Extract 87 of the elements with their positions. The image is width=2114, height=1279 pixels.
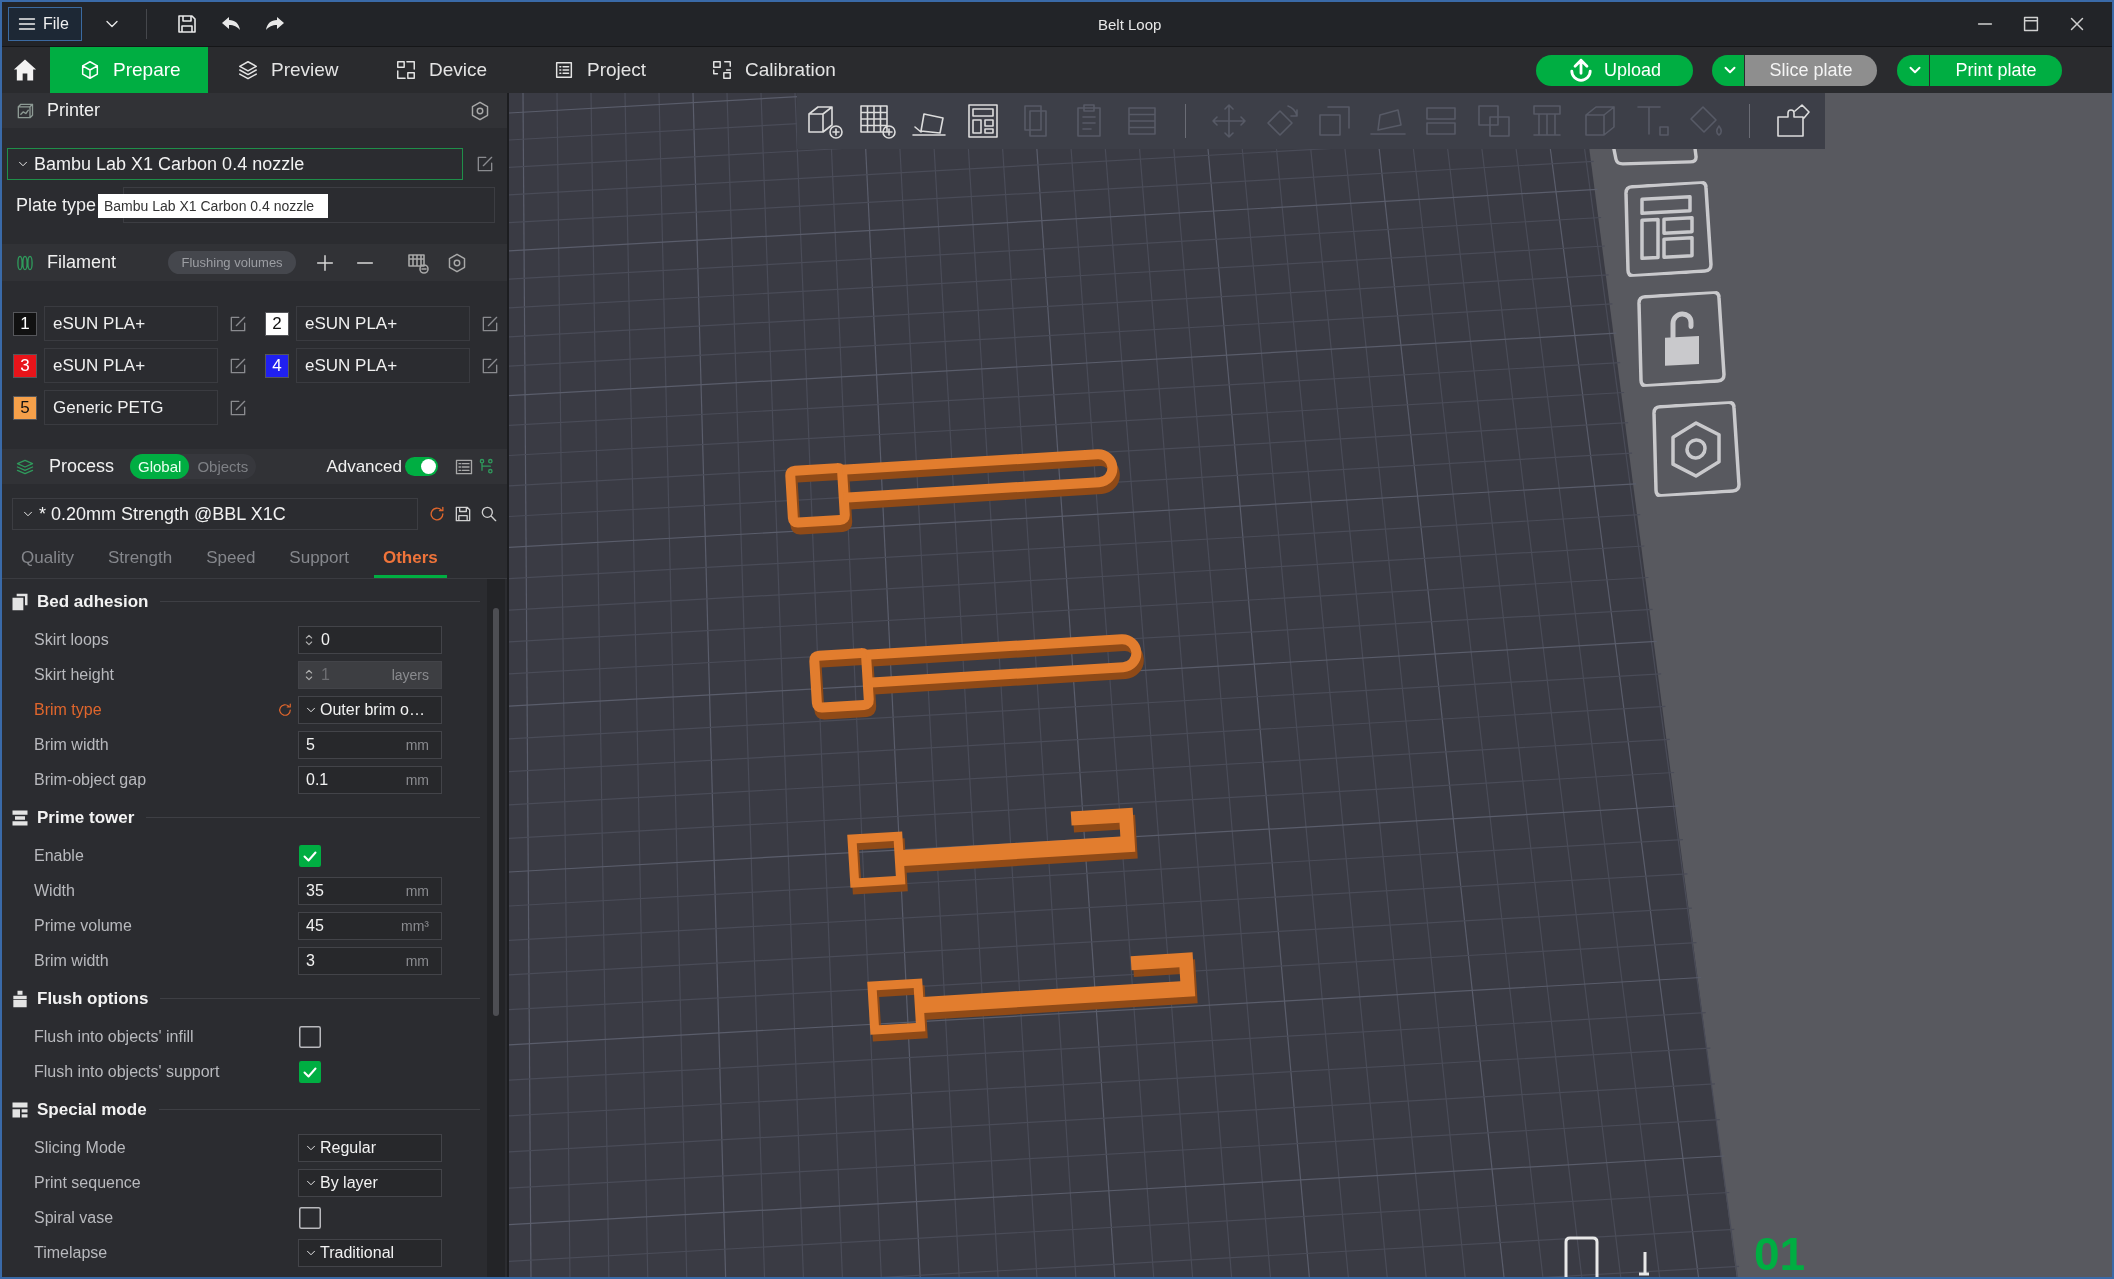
setting-label: Skirt loops	[34, 630, 110, 649]
upload-icon	[1567, 57, 1594, 83]
plate-number: 01	[1754, 1231, 1806, 1277]
settings-tab[interactable]: Quality	[12, 541, 83, 578]
dropdown[interactable]: Outer brim o…	[298, 695, 442, 724]
save-icon[interactable]	[453, 504, 473, 524]
advanced-switch[interactable]	[405, 457, 438, 476]
section-title: Printer	[47, 100, 100, 121]
setting-label: Prime volume	[34, 916, 133, 935]
layers-icon	[237, 59, 259, 81]
filament-slot-number: 1	[13, 311, 37, 336]
checkbox[interactable]	[299, 1060, 321, 1083]
section-title: Filament	[47, 252, 117, 273]
search-icon[interactable]	[479, 504, 499, 524]
device-icon	[395, 59, 417, 81]
calibration-icon	[711, 59, 733, 81]
belt-loop-model[interactable]	[847, 807, 1138, 895]
setting-label: Brim width	[34, 735, 110, 754]
cube-icon	[79, 59, 101, 81]
filament-slot-number: 5	[13, 395, 37, 420]
setting-label: Flush into objects' infill	[34, 1027, 195, 1046]
scrollbar[interactable]	[487, 579, 505, 1277]
settings-tab[interactable]: Support	[280, 541, 358, 578]
settings-tab[interactable]: Speed	[197, 541, 265, 578]
number-field[interactable]: 3 mm	[298, 946, 442, 975]
checkbox[interactable]	[299, 844, 321, 867]
setting-label: Enable	[34, 846, 85, 865]
setting-label: Brim width	[34, 951, 110, 970]
filament-slot-number: 3	[13, 353, 37, 378]
window-title: Belt Loop	[1098, 15, 1162, 33]
belt-loop-model[interactable]	[867, 952, 1198, 1042]
filament-dropdown[interactable]: eSUN PLA+	[44, 348, 218, 383]
nav-tab[interactable]: Project	[524, 47, 682, 93]
number-field[interactable]: 35 mm	[298, 876, 442, 905]
process-preset-dropdown[interactable]: * 0.20mm Strength @BBL X1C	[12, 498, 418, 530]
checkbox[interactable]	[299, 1025, 321, 1048]
setting-label: Brim type	[34, 700, 103, 719]
printer-dropdown[interactable]: Bambu Lab X1 Carbon 0.4 nozzle	[7, 148, 463, 180]
number-field[interactable]: 0	[298, 625, 442, 654]
setting-label: Spiral vase	[34, 1208, 115, 1227]
group-title: Special mode	[37, 1099, 147, 1120]
number-field[interactable]: 0.1 mm	[298, 765, 442, 794]
nav-tab[interactable]: Preview	[208, 47, 366, 93]
setting-label: Flush into objects' support	[34, 1062, 221, 1081]
group-title: Bed adhesion	[37, 591, 149, 612]
dropdown-button[interactable]	[1897, 54, 1929, 86]
nav-tab[interactable]: Device	[366, 47, 524, 93]
filament-slot-number: 4	[265, 353, 289, 378]
filament-dropdown[interactable]: Generic PETG	[44, 390, 218, 425]
reset-icon[interactable]	[276, 700, 294, 719]
filament-dropdown[interactable]: eSUN PLA+	[296, 348, 470, 383]
section-title: Process	[49, 456, 115, 477]
flushing-volumes-button[interactable]: Flushing volumes	[168, 251, 297, 274]
settings-tab[interactable]: Strength	[98, 541, 182, 578]
number-field[interactable]: 5 mm	[298, 730, 442, 759]
list-icon	[553, 59, 575, 81]
belt-loop-model[interactable]	[809, 634, 1144, 720]
group-title: Flush options	[37, 988, 149, 1009]
plate-button-icon[interactable]	[1612, 149, 1700, 167]
setting-label: Skirt height	[34, 665, 116, 684]
setting-label: Width	[34, 881, 76, 900]
checkbox[interactable]	[299, 1206, 321, 1229]
plate-marker-icon	[1563, 1236, 1651, 1277]
filament-dropdown[interactable]: eSUN PLA+	[44, 306, 218, 341]
setting-label: Print sequence	[34, 1173, 142, 1192]
filament-dropdown[interactable]: eSUN PLA+	[296, 306, 470, 341]
number-field[interactable]: 45 mm³	[298, 911, 442, 940]
nav-tab[interactable]: Calibration	[682, 47, 856, 93]
stacked-squares-icon	[10, 591, 30, 612]
dropdown[interactable]: Traditional	[298, 1238, 442, 1267]
belt-loop-model[interactable]	[785, 449, 1120, 535]
group-title: Prime tower	[37, 807, 135, 828]
advanced-label: Advanced	[326, 456, 402, 477]
settings-tab[interactable]: Others	[373, 541, 447, 578]
filament-slot-number: 2	[265, 311, 289, 336]
setting-label: Timelapse	[34, 1243, 109, 1262]
basket-icon	[10, 988, 30, 1009]
setting-label: Slicing Mode	[34, 1138, 127, 1157]
dropdown[interactable]: Regular	[298, 1133, 442, 1162]
dropdown-button[interactable]	[1712, 54, 1744, 86]
setting-label: Brim-object gap	[34, 770, 148, 789]
file-menu-button[interactable]: File	[8, 7, 82, 41]
dropdown[interactable]: By layer	[298, 1168, 442, 1197]
edit-icon[interactable]	[475, 154, 495, 174]
tooltip: Bambu Lab X1 Carbon 0.4 nozzle	[98, 194, 328, 218]
save-icon[interactable]	[175, 12, 199, 36]
settings-icon[interactable]	[469, 99, 491, 122]
